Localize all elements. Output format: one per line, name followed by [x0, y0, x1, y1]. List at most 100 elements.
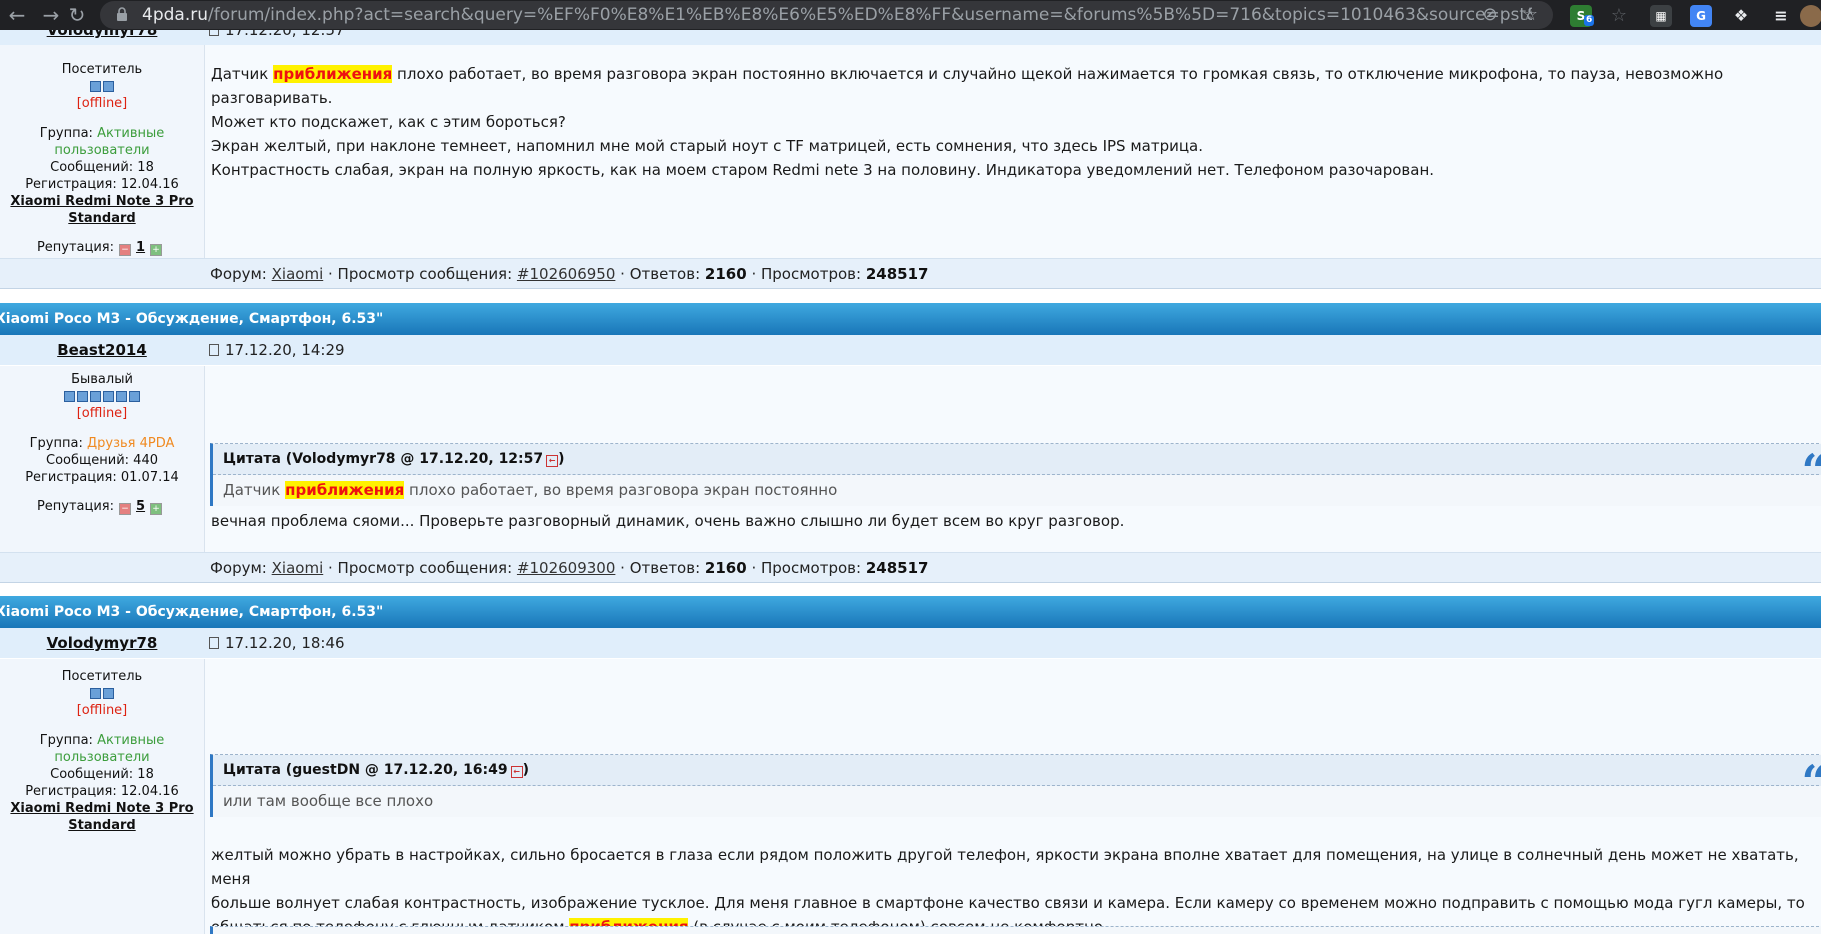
lock-icon: [117, 7, 127, 21]
quote-header: Цитата (guestDN @ 17.12.20, 16:49←) “: [213, 755, 1821, 805]
user-rank: Посетитель: [61, 62, 143, 77]
user-registration: Регистрация: 12.04.16: [25, 784, 179, 799]
user-rank: Посетитель: [61, 669, 143, 684]
author-link[interactable]: Volodymyr78: [0, 30, 204, 45]
post-date: 17.12.20, 18:46: [209, 628, 345, 658]
star-outline-icon[interactable]: ☆: [1608, 5, 1630, 27]
browser-toolbar: ← → ↻ 4pda.ru/forum/index.php?act=search…: [0, 0, 1821, 30]
forum-label: Форум:: [210, 559, 267, 577]
reputation-plus-icon[interactable]: +: [150, 503, 163, 515]
reputation-label: Репутация:: [36, 499, 115, 514]
user-status: [offline]: [76, 406, 128, 421]
user-status: [offline]: [76, 96, 128, 111]
user-group: Группа: Активные пользователи: [0, 125, 204, 159]
user-rank: Бывалый: [71, 372, 133, 387]
quote-title: Цитата (Volodymyr78 @ 17.12.20, 12:57 ←): [223, 451, 565, 467]
quote-source-icon[interactable]: ←: [546, 455, 559, 467]
group-name[interactable]: Друзья 4PDA: [87, 436, 174, 451]
user-group: Группа: Друзья 4PDA: [0, 435, 204, 452]
user-messages: Сообщений: 440: [46, 453, 158, 468]
forum-link[interactable]: Xiaomi: [272, 265, 324, 283]
puzzle-icon[interactable]: ❖: [1730, 5, 1752, 27]
forward-icon[interactable]: →: [38, 2, 64, 28]
replies-count: 2160: [704, 559, 747, 577]
reading-list-icon[interactable]: ≡: [1770, 5, 1792, 27]
star-icon[interactable]: ☆: [1520, 5, 1540, 25]
quote-text: или там вообще все плохо: [223, 792, 434, 810]
post-icon: [209, 30, 219, 36]
views-count: 248517: [865, 559, 929, 577]
forum-link[interactable]: Xiaomi: [272, 559, 324, 577]
post-date: 17.12.20, 14:29: [209, 335, 345, 365]
forum-label: Форум:: [210, 265, 267, 283]
extension-icon[interactable]: ▦: [1650, 5, 1672, 27]
post-date: 17.12.20, 12:57: [209, 30, 345, 45]
post-date-text: 17.12.20, 12:57: [225, 30, 345, 39]
reputation-label: Репутация:: [36, 240, 115, 255]
eye-off-icon[interactable]: ⊘: [1480, 5, 1500, 25]
topic-title-bar[interactable]: Xiaomi Poco M3 - Обсуждение, Смартфон, 6…: [0, 303, 1821, 335]
url-text[interactable]: 4pda.ru/forum/index.php?act=search&query…: [142, 1, 1532, 29]
quote-text: Датчик приближения плохо работает, во вр…: [223, 475, 837, 505]
post-footer: Форум: Xiaomi · Просмотр сообщения: #102…: [0, 258, 1821, 289]
user-messages: Сообщений: 18: [50, 160, 154, 175]
rank-pips: [0, 688, 204, 702]
quote-source-icon[interactable]: ←: [510, 766, 523, 778]
user-registration: Регистрация: 01.07.14: [25, 470, 179, 485]
reputation-minus-icon[interactable]: −: [119, 503, 132, 515]
rank-pips: [0, 81, 204, 95]
author-link[interactable]: Beast2014: [0, 335, 204, 365]
user-group: Группа: Активные пользователи: [0, 732, 204, 766]
reputation-value[interactable]: 5: [136, 499, 145, 514]
views-label: · Просмотров:: [751, 559, 862, 577]
post-header: Volodymyr78 17.12.20, 18:46: [0, 628, 1821, 658]
reputation-minus-icon[interactable]: −: [119, 244, 132, 256]
post-id-link[interactable]: #102609300: [517, 559, 615, 577]
post-text: желтый можно убрать в настройках, сильно…: [211, 843, 1821, 934]
post-meta: Форум: Xiaomi · Просмотр сообщения: #102…: [210, 259, 928, 289]
quote-mark-icon: “: [1802, 759, 1821, 805]
replies-count: 2160: [704, 265, 747, 283]
user-info: Посетитель [offline] Группа: Активные по…: [0, 45, 205, 289]
post-id-link[interactable]: #102606950: [517, 265, 615, 283]
user-status: [offline]: [76, 703, 128, 718]
google-translate-icon[interactable]: G: [1690, 5, 1712, 27]
search-results-page: Volodymyr78 17.12.20, 12:57 Посетитель […: [0, 30, 1821, 934]
post-text: Датчик приближения плохо работает, во вр…: [211, 62, 1821, 182]
user-device[interactable]: Xiaomi Redmi Note 3 Pro Standard: [0, 800, 204, 834]
reload-icon[interactable]: ↻: [64, 2, 90, 28]
extension-s-icon[interactable]: S6: [1570, 5, 1595, 27]
post-text-part: плохо работает, во время разговора экран…: [211, 65, 1724, 179]
group-label: Группа:: [39, 733, 93, 748]
post-icon: [209, 344, 219, 356]
url-path: /forum/index.php?act=search&query=%EF%F0…: [207, 5, 1532, 25]
group-label: Группа:: [29, 436, 83, 451]
topic-title-bar[interactable]: Xiaomi Poco M3 - Обсуждение, Смартфон, 6…: [0, 596, 1821, 628]
rank-pips: [0, 391, 204, 405]
quote-title: Цитата (guestDN @ 17.12.20, 16:49 ←): [223, 762, 530, 778]
view-label: · Просмотр сообщения:: [328, 265, 513, 283]
post-header: Beast2014 17.12.20, 14:29: [0, 335, 1821, 365]
post-text-part: Датчик: [211, 65, 274, 83]
quote-title-text: Цитата (guestDN @ 17.12.20, 16:49: [223, 762, 508, 778]
views-label: · Просмотров:: [751, 265, 862, 283]
url-host: 4pda.ru: [142, 5, 208, 25]
post-date-text: 17.12.20, 14:29: [225, 341, 345, 359]
quote-block: Цитата (Volodymyr78 @ 17.12.20, 12:57 ←) …: [210, 443, 1821, 506]
divider: [0, 288, 1821, 289]
post-date-text: 17.12.20, 18:46: [225, 634, 345, 652]
view-label: · Просмотр сообщения:: [328, 559, 513, 577]
user-reputation: Репутация: −5 +: [0, 498, 204, 516]
user-device[interactable]: Xiaomi Redmi Note 3 Pro Standard: [0, 193, 204, 227]
quote-mark-icon: “: [1802, 448, 1821, 494]
author-link[interactable]: Volodymyr78: [0, 628, 204, 658]
reputation-plus-icon[interactable]: +: [150, 244, 163, 256]
user-messages: Сообщений: 18: [50, 767, 154, 782]
reputation-value[interactable]: 1: [136, 240, 145, 255]
user-registration: Регистрация: 12.04.16: [25, 177, 179, 192]
quote-block: Цитата (guestDN @ 17.12.20, 16:49←) “ ил…: [210, 754, 1821, 817]
address-bar[interactable]: 4pda.ru/forum/index.php?act=search&query…: [100, 1, 1553, 29]
quote-header: Цитата (Volodymyr78 @ 17.12.20, 12:57 ←) …: [213, 444, 1821, 494]
avatar[interactable]: [1800, 5, 1821, 27]
back-icon[interactable]: ←: [4, 2, 30, 28]
